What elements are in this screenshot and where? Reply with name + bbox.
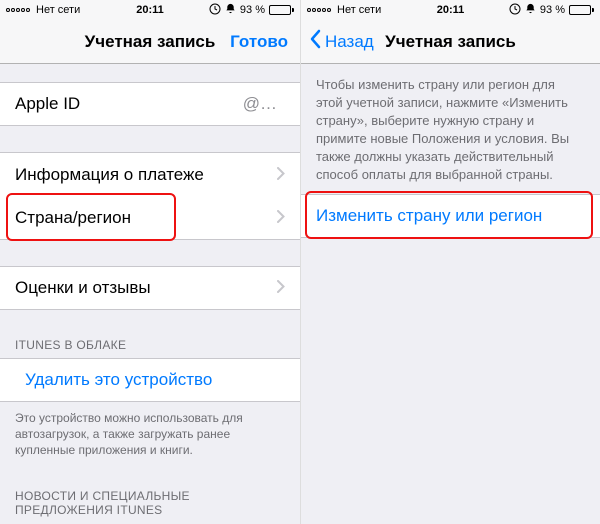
back-label: Назад xyxy=(325,32,374,52)
alarm-icon xyxy=(525,3,536,17)
battery-icon xyxy=(269,5,294,15)
rotation-lock-icon xyxy=(509,3,521,18)
row-remove-device[interactable]: Удалить это устройство xyxy=(0,358,300,402)
info-text: Чтобы изменить страну или регион для это… xyxy=(301,64,600,194)
section-footer-device: Это устройство можно использовать для ав… xyxy=(0,402,300,463)
row-label: Удалить это устройство xyxy=(25,370,212,390)
navbar: Назад Учетная запись xyxy=(301,20,600,64)
chevron-right-icon xyxy=(277,278,285,298)
battery-icon xyxy=(569,5,594,15)
alarm-icon xyxy=(225,3,236,17)
chevron-right-icon xyxy=(277,165,285,185)
row-label: Информация о платеже xyxy=(15,165,204,185)
page-title: Учетная запись xyxy=(85,32,216,52)
carrier-label: Нет сети xyxy=(337,4,381,16)
screen-country-region: Нет сети 20:11 93 % Наз xyxy=(300,0,600,524)
row-payment-info[interactable]: Информация о платеже xyxy=(0,152,300,196)
section-header-cloud: iTUNES В ОБЛАКЕ xyxy=(0,332,300,358)
content-country: Чтобы изменить страну или регион для это… xyxy=(301,64,600,524)
done-button[interactable]: Готово xyxy=(230,20,288,63)
row-label: Изменить страну или регион xyxy=(316,206,542,226)
screen-account-main: Нет сети 20:11 93 % Учетная запись Готов… xyxy=(0,0,300,524)
row-reviews[interactable]: Оценки и отзывы xyxy=(0,266,300,310)
row-apple-id[interactable]: Apple ID @… xyxy=(0,82,300,126)
row-label: Страна/регион xyxy=(15,208,131,228)
carrier-label: Нет сети xyxy=(36,4,80,16)
row-label: Оценки и отзывы xyxy=(15,278,151,298)
row-change-country[interactable]: Изменить страну или регион xyxy=(301,194,600,238)
signal-icon xyxy=(307,8,331,12)
chevron-right-icon xyxy=(277,208,285,228)
status-bar: Нет сети 20:11 93 % xyxy=(301,0,600,20)
navbar: Учетная запись Готово xyxy=(0,20,300,64)
section-header-news: НОВОСТИ И СПЕЦИАЛЬНЫЕ ПРЕДЛОЖЕНИЯ iTUNES xyxy=(0,483,300,523)
signal-icon xyxy=(6,8,30,12)
battery-pct: 93 % xyxy=(240,4,265,16)
rotation-lock-icon xyxy=(209,3,221,18)
row-label: Apple ID xyxy=(15,94,80,114)
page-title: Учетная запись xyxy=(385,32,516,52)
back-button[interactable]: Назад xyxy=(309,20,374,63)
row-country-region[interactable]: Страна/регион xyxy=(0,196,300,240)
battery-pct: 93 % xyxy=(540,4,565,16)
chevron-left-icon xyxy=(309,29,321,54)
content-main: Apple ID @… Информация о платеже Страна/… xyxy=(0,64,300,524)
status-bar: Нет сети 20:11 93 % xyxy=(0,0,300,20)
row-value: @… xyxy=(243,94,277,114)
